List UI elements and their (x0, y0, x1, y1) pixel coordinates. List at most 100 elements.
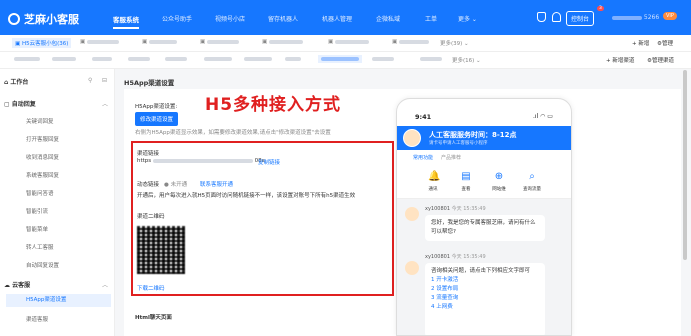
subtab-blurred[interactable] (420, 56, 442, 62)
scrollbar[interactable] (683, 70, 687, 260)
chevron-up-icon[interactable]: ︿ (102, 99, 108, 108)
dynamic-status: 未开通 (170, 182, 188, 188)
nav-customer-service[interactable]: 客服系统 (113, 14, 139, 29)
quick-reply[interactable]: 1 开卡激活 (431, 276, 539, 285)
agent-avatar (405, 207, 419, 221)
channel-link-prefix: https (137, 158, 152, 164)
manage-tabs-button[interactable]: ⚙管理 (657, 39, 673, 47)
subtab-blurred[interactable] (92, 56, 112, 62)
feature-item[interactable]: ▤ 查看 (454, 172, 478, 193)
quick-reply[interactable]: 2 设置布局 (431, 285, 539, 294)
sidebar-group-cloud[interactable]: ☁ 云客服 (4, 280, 30, 289)
phone-icon[interactable] (537, 12, 546, 22)
sub-tabs-row: 更多(16) ⌄ + 新增渠道 ⚙管理渠道 (0, 52, 691, 69)
phone-tab-common[interactable]: 常用功能 (413, 154, 433, 161)
app-logo[interactable]: 芝麻小客服 (8, 11, 79, 27)
subtabs-more[interactable]: 更多(16) ⌄ (452, 56, 481, 64)
user-account[interactable]: 5266 (612, 14, 659, 21)
subtab-blurred[interactable] (372, 56, 394, 62)
console-button[interactable]: 控制台 (566, 11, 595, 26)
manage-channels-button[interactable]: ⚙管理渠道 (647, 56, 674, 64)
sender: xy100801 (425, 206, 451, 212)
sidebar-item[interactable]: 关键词回复 (26, 117, 54, 125)
toggle-dot-icon: ● (164, 182, 169, 188)
channel-link: https 08e (137, 158, 265, 164)
dynamic-toggle[interactable]: ● 未开通 (164, 180, 187, 188)
feature-item[interactable]: ⊕ 网站维 (487, 172, 511, 193)
tab-blurred[interactable]: ▣ (80, 39, 119, 45)
subtab-blurred[interactable] (204, 56, 232, 62)
tab-blurred[interactable]: ▣ (328, 39, 369, 45)
nav-wecom-private[interactable]: 企微私域 (376, 14, 400, 23)
message-meta: xy100801 今天 15:35:49 (425, 253, 486, 260)
sidebar-item[interactable]: 渠道客服 (26, 315, 48, 323)
sidebar-item[interactable]: 智能引流 (26, 207, 48, 215)
tabs-more[interactable]: 更多(39) ⌄ (440, 39, 469, 47)
sidebar-item[interactable]: 智能菜单 (26, 225, 48, 233)
add-tab-button[interactable]: + 新增 (632, 39, 649, 47)
nav-ticket[interactable]: 工单 (425, 14, 437, 23)
sidebar-group-auto-reply[interactable]: ▢ 自动回复 (4, 99, 36, 108)
quick-reply[interactable]: 3 流量查询 (431, 294, 539, 303)
nav-official-account[interactable]: 公众号助手 (162, 14, 192, 23)
qr-code-image (137, 226, 185, 274)
download-qr-link[interactable]: 下载二维码 (137, 284, 165, 292)
subtab-blurred[interactable] (244, 56, 272, 62)
subtab-blurred[interactable] (128, 56, 150, 62)
sidebar-item[interactable]: 收到消息回复 (26, 153, 59, 161)
tab-blurred[interactable]: ▣ (262, 39, 303, 45)
agent-avatar (405, 261, 419, 275)
contact-open-link[interactable]: 联系客服开通 (200, 180, 233, 188)
message-time: 今天 15:35:49 (451, 254, 486, 260)
quick-reply[interactable]: 4 上网费 (431, 303, 539, 312)
channel-link-label: 渠道链接 (137, 151, 160, 157)
subtab-blurred[interactable] (52, 56, 76, 62)
message-meta: xy100801 今天 15:35:49 (425, 205, 486, 212)
copy-link-button[interactable]: 复制链接 (258, 158, 280, 166)
search-icon: ⌕ (529, 171, 535, 182)
tab-h5-channel[interactable]: ▣ H5云客服小包(36) (12, 38, 72, 48)
sidebar-workspace[interactable]: ⌂ 工作台 (4, 77, 28, 86)
modify-channel-button[interactable]: 修改渠道设置 (135, 112, 179, 126)
notification-badge: 3 (597, 6, 604, 11)
phone-banner: 人工客服服务时间：8-12点 请卡号申请人工客服号小程序 (397, 126, 571, 150)
sidebar-workspace-label: 工作台 (10, 79, 29, 86)
tab-blurred[interactable]: ▣ (200, 39, 239, 45)
sidebar-item[interactable]: 转人工客服 (26, 243, 54, 251)
sidebar-item[interactable]: 打开客服回复 (26, 135, 59, 143)
subtab-blurred[interactable] (165, 56, 187, 62)
bell-icon: 🔔 (428, 171, 441, 182)
sidebar-item[interactable]: 自动回复设置 (26, 261, 59, 269)
phone-feature-bar: 常用功能 产品推荐 🔔 通讯 ▤ 查看 ⊕ 网站维 ⌕ 查询流量 (397, 150, 571, 199)
subtab-blurred[interactable] (285, 56, 301, 62)
channel-tabs-row: ▣ H5云客服小包(36) ▣ ▣ ▣ ▣ ▣ ▣ 更多(39) ⌄ + 新增 … (0, 35, 691, 52)
sidebar-item[interactable]: 系统客服回复 (26, 171, 59, 179)
nav-more[interactable]: 更多 ⌄ (458, 14, 477, 23)
feature-item[interactable]: 🔔 通讯 (421, 171, 445, 193)
phone-tab-products[interactable]: 产品推荐 (441, 154, 461, 161)
tabs-more-label: 更多(39) (440, 41, 463, 47)
cloud-icon: ☁ (4, 282, 10, 289)
settings-label: H5App渠道设置: (135, 104, 178, 110)
chat-bubble: 咨询相关问题，请点击下列相应文字即可 1 开卡激活 2 设置布局 3 流量查询 … (425, 263, 545, 335)
page-title: H5App渠道设置 (124, 79, 175, 87)
top-navbar: 芝麻小客服 客服系统 公众号助手 视频号小店 留存机器人 机器人管理 企微私域 … (0, 0, 691, 35)
tab-blurred[interactable]: ▣ (142, 39, 177, 45)
sidebar-item[interactable]: 智能问答语 (26, 189, 54, 197)
collapse-icon[interactable]: ⊟ (102, 77, 107, 84)
feature-label: 网站维 (492, 187, 506, 192)
message-text: 咨询相关问题，请点击下列相应文字即可 (431, 268, 531, 274)
tab-blurred[interactable]: ▣ (392, 39, 429, 45)
bell-icon[interactable] (552, 12, 561, 22)
search-icon[interactable]: ⚲ (88, 77, 92, 84)
nav-bot-management[interactable]: 机器人管理 (322, 14, 352, 23)
subtab-active[interactable] (318, 55, 362, 63)
subtab-blurred[interactable] (14, 56, 40, 62)
sidebar-item-h5app[interactable]: H5App渠道设置 (6, 294, 111, 307)
settings-hint: 右侧为H5App渠道显示效果，如需要修改渠道效果,请点击"修改渠道设置"去设置 (135, 130, 331, 136)
nav-retention-bot[interactable]: 留存机器人 (268, 14, 298, 23)
nav-video-shop[interactable]: 视频号小店 (215, 14, 245, 23)
chevron-up-icon[interactable]: ︿ (102, 280, 108, 289)
add-channel-button[interactable]: + 新增渠道 (606, 56, 634, 64)
feature-item[interactable]: ⌕ 查询流量 (520, 171, 544, 193)
